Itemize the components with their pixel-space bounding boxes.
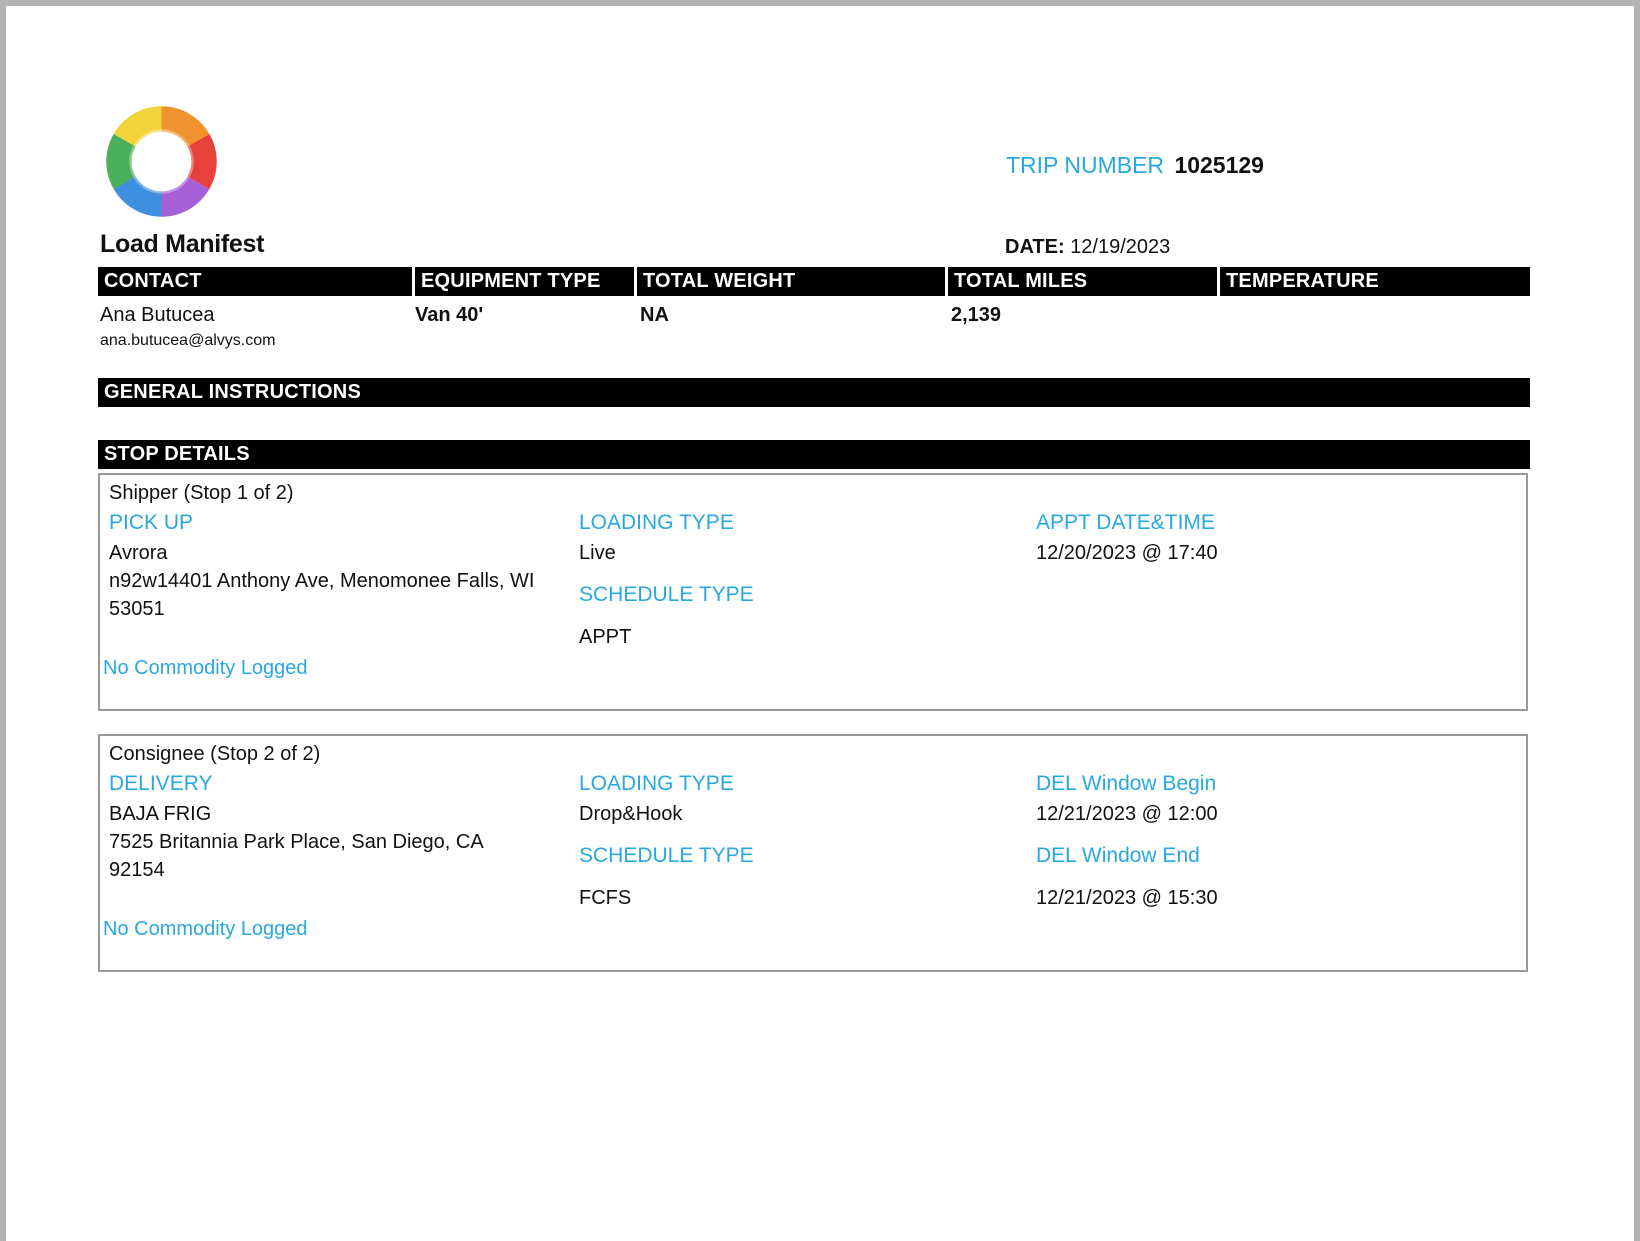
equipment-type-value: Van 40' — [415, 304, 484, 326]
stop-type-label: PICK UP — [109, 511, 194, 534]
stop-details-bar: STOP DETAILS — [98, 440, 1530, 469]
stop-address-line2: 92154 — [109, 859, 165, 881]
company-logo-icon — [106, 106, 217, 217]
del-window-end-label: DEL Window End — [1036, 844, 1200, 867]
stop-address-line1: 7525 Britannia Park Place, San Diego, CA — [109, 831, 484, 853]
stop-type-label: DELIVERY — [109, 772, 213, 795]
appt-datetime-value: 12/20/2023 @ 17:40 — [1036, 542, 1218, 564]
trip-number-value: 1025129 — [1174, 152, 1264, 178]
stop-card-shipper: Shipper (Stop 1 of 2) PICK UP Avrora n92… — [98, 473, 1528, 711]
trip-number: TRIP NUMBER 1025129 — [1006, 152, 1264, 179]
del-window-begin-label: DEL Window Begin — [1036, 772, 1217, 795]
stop-location-name: Avrora — [109, 542, 168, 564]
schedule-type-label: SCHEDULE TYPE — [579, 844, 754, 867]
date-label: DATE: — [1005, 236, 1065, 258]
general-instructions-bar: GENERAL INSTRUCTIONS — [98, 378, 1530, 407]
document-date: DATE: 12/19/2023 — [1005, 236, 1170, 259]
date-value: 12/19/2023 — [1070, 236, 1171, 258]
stop-heading: Shipper (Stop 1 of 2) — [109, 482, 294, 504]
stop-address-line1: n92w14401 Anthony Ave, Menomonee Falls, … — [109, 570, 535, 592]
loading-type-value: Drop&Hook — [579, 803, 683, 825]
document-title: Load Manifest — [100, 230, 265, 258]
schedule-type-label: SCHEDULE TYPE — [579, 583, 754, 606]
commodity-status: No Commodity Logged — [103, 657, 308, 679]
column-header-temperature: TEMPERATURE — [1226, 270, 1379, 292]
column-header-equipment-type: EQUIPMENT TYPE — [415, 267, 637, 296]
general-instructions-title: GENERAL INSTRUCTIONS — [104, 381, 361, 403]
appt-datetime-label: APPT DATE&TIME — [1036, 511, 1215, 534]
summary-header-bar: CONTACT EQUIPMENT TYPE TOTAL WEIGHT TOTA… — [98, 267, 1530, 296]
total-weight-value: NA — [640, 304, 669, 326]
del-window-begin-value: 12/21/2023 @ 12:00 — [1036, 803, 1218, 825]
loading-type-label: LOADING TYPE — [579, 772, 734, 795]
stop-location-name: BAJA FRIG — [109, 803, 212, 825]
column-header-total-weight: TOTAL WEIGHT — [637, 267, 948, 296]
stop-heading: Consignee (Stop 2 of 2) — [109, 743, 321, 765]
column-header-total-miles: TOTAL MILES — [948, 267, 1220, 296]
contact-name: Ana Butucea — [100, 304, 215, 326]
loading-type-label: LOADING TYPE — [579, 511, 734, 534]
stop-address-line2: 53051 — [109, 598, 165, 620]
trip-number-label: TRIP NUMBER — [1006, 152, 1165, 178]
stop-card-consignee: Consignee (Stop 2 of 2) DELIVERY BAJA FR… — [98, 734, 1528, 972]
del-window-end-value: 12/21/2023 @ 15:30 — [1036, 887, 1218, 909]
total-miles-value: 2,139 — [951, 304, 1002, 326]
column-header-contact: CONTACT — [98, 267, 415, 296]
contact-email: ana.butucea@alvys.com — [100, 332, 276, 349]
stop-details-title: STOP DETAILS — [104, 443, 250, 465]
commodity-status: No Commodity Logged — [103, 918, 308, 940]
document-page: Load Manifest TRIP NUMBER 1025129 DATE: … — [6, 6, 1634, 1241]
schedule-type-value: APPT — [579, 626, 632, 648]
schedule-type-value: FCFS — [579, 887, 632, 909]
loading-type-value: Live — [579, 542, 616, 564]
